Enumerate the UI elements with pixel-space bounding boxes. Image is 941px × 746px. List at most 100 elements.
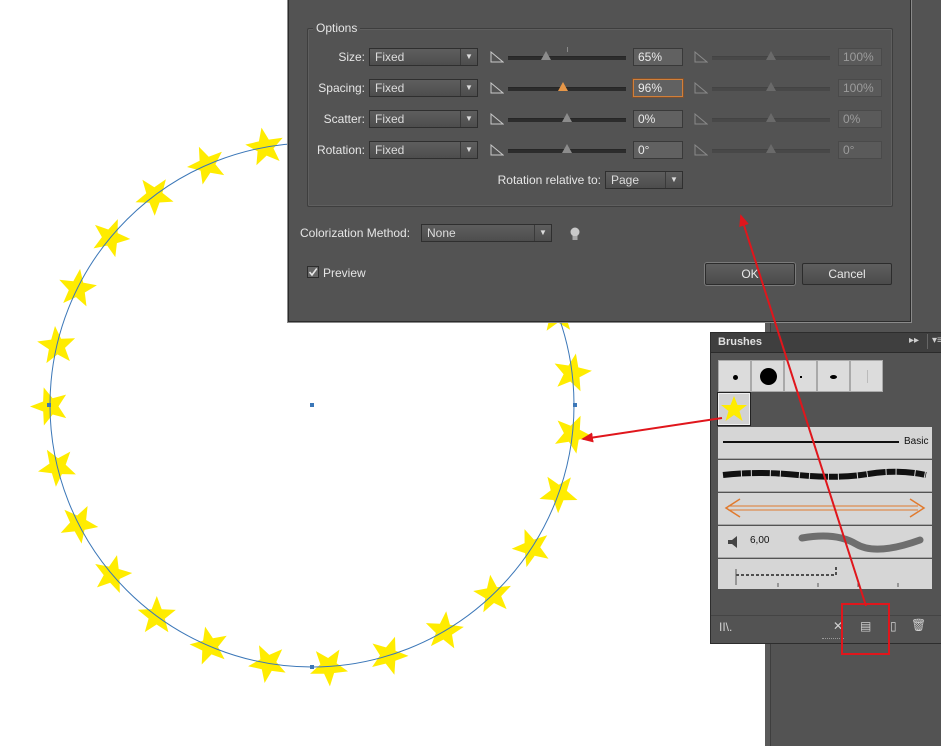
collapse-panel-icon[interactable]: ▸▸ (909, 335, 919, 346)
option-method-select[interactable]: Fixed ▼ (369, 141, 478, 159)
star-shape (137, 596, 176, 633)
brush-row-charcoal[interactable] (718, 460, 932, 492)
brushes-panel-header[interactable]: Brushes ▸▸ ▾≡ (711, 333, 941, 353)
anchor-point-bottom[interactable] (310, 665, 314, 669)
header-divider (927, 334, 928, 349)
chevron-down-icon: ▼ (534, 225, 551, 241)
basic-brush-label: Basic (904, 436, 929, 447)
panel-menu-icon[interactable]: ▾≡ (932, 335, 941, 346)
colorization-method-value: None (427, 226, 456, 240)
panel-resize-handle[interactable] (822, 638, 844, 642)
chevron-down-icon: ▼ (460, 80, 477, 96)
brush-row-basic[interactable]: Basic (718, 427, 932, 459)
option-slider-thumb[interactable] (540, 51, 551, 60)
max-wedge-icon (694, 82, 708, 94)
star-shape (37, 326, 76, 364)
brush-swatch-dot-small[interactable] (718, 360, 751, 392)
brush-libraries-menu-icon[interactable]: II\. (719, 620, 732, 634)
ok-button[interactable]: OK (705, 263, 795, 285)
rotation-relative-select[interactable]: Page ▼ (605, 171, 683, 189)
brush-swatch-tapered[interactable] (817, 360, 850, 392)
option-method-select[interactable]: Fixed ▼ (369, 79, 478, 97)
min-wedge-icon (490, 82, 504, 94)
colorization-method-label: Colorization Method: (300, 226, 411, 240)
option-value-field[interactable]: 0% (633, 110, 683, 128)
option-slider-thumb[interactable] (558, 82, 569, 91)
brush-swatch-star-selected[interactable] (718, 393, 750, 425)
new-brush-icon[interactable]: ▯ (890, 619, 897, 633)
cancel-button[interactable]: Cancel (802, 263, 892, 285)
chevron-down-icon: ▼ (460, 49, 477, 65)
star-shape (38, 449, 76, 487)
min-wedge-icon (490, 113, 504, 125)
option-max-value-field: 0° (838, 141, 882, 159)
option-value-field[interactable]: 96% (633, 79, 683, 97)
option-max-slider-thumb (766, 144, 776, 153)
option-value-field[interactable]: 65% (633, 48, 683, 66)
arrow-stroke-preview (724, 498, 926, 518)
option-method-value: Fixed (375, 112, 405, 126)
option-method-value: Fixed (375, 50, 405, 64)
option-method-value: Fixed (375, 143, 405, 157)
calligraphic-size-value: 6,00 (750, 535, 770, 546)
options-legend: Options (313, 21, 361, 35)
anchor-point-left[interactable] (47, 403, 51, 407)
option-max-value-field: 0% (838, 110, 882, 128)
preview-label: Preview (323, 266, 366, 280)
option-max-slider-thumb (766, 82, 776, 91)
option-label: Spacing: (318, 81, 365, 95)
star-shape (93, 219, 131, 258)
size-slider-default-tick (567, 47, 568, 52)
colorization-method-select[interactable]: None ▼ (421, 224, 552, 242)
star-shape (425, 611, 464, 649)
calligraphic-stroke-preview (798, 532, 924, 553)
max-wedge-icon (694, 51, 708, 63)
chevron-down-icon: ▼ (460, 142, 477, 158)
brush-row-calligraphic[interactable]: 6,00 (718, 526, 932, 558)
star-shape (372, 636, 409, 675)
option-slider-thumb[interactable] (562, 113, 572, 122)
chevron-down-icon: ▼ (665, 172, 682, 188)
option-slider-track[interactable] (508, 56, 626, 60)
anchor-point-right[interactable] (573, 403, 577, 407)
option-max-value-field: 100% (838, 48, 882, 66)
brushes-panel-title: Brushes (718, 336, 763, 348)
brush-row-arrow[interactable] (718, 493, 932, 525)
star-shape (511, 529, 549, 568)
charcoal-stroke-preview (722, 468, 927, 480)
chevron-down-icon: ▼ (460, 111, 477, 127)
min-wedge-icon (490, 144, 504, 156)
preview-checkbox[interactable] (307, 266, 319, 278)
checkmark-icon (308, 268, 318, 277)
star-shape (135, 179, 174, 216)
option-value-field[interactable]: 0° (633, 141, 683, 159)
option-method-select[interactable]: Fixed ▼ (369, 110, 478, 128)
option-method-select[interactable]: Fixed ▼ (369, 48, 478, 66)
trash-icon[interactable]: 🗑 (911, 618, 926, 632)
max-wedge-icon (694, 144, 708, 156)
brush-swatch-thin[interactable] (850, 360, 883, 392)
star-icon (721, 396, 747, 421)
brush-swatch-dot-large[interactable] (751, 360, 784, 392)
basic-stroke-preview (723, 441, 899, 443)
remove-brush-stroke-icon[interactable]: ✕ (833, 619, 843, 633)
option-label: Size: (338, 50, 365, 64)
star-shape (310, 649, 348, 687)
center-point[interactable] (310, 403, 314, 407)
options-of-selected-object-icon[interactable]: ▤ (860, 619, 871, 633)
brush-swatch-tiny[interactable] (784, 360, 817, 392)
option-slider-thumb[interactable] (562, 144, 572, 153)
rotation-relative-label: Rotation relative to: (497, 173, 601, 187)
option-label: Scatter: (323, 112, 365, 126)
star-shape (248, 645, 286, 683)
speaker-icon (728, 536, 737, 548)
option-method-value: Fixed (375, 81, 405, 95)
option-label: Rotation: (316, 143, 365, 157)
option-max-value-field: 100% (838, 79, 882, 97)
brush-row-dashed[interactable] (718, 559, 932, 589)
star-shape (245, 127, 283, 166)
tips-lightbulb-icon[interactable] (568, 226, 582, 242)
option-max-slider-thumb (766, 51, 776, 60)
option-max-slider-thumb (766, 113, 776, 122)
max-wedge-icon (694, 113, 708, 125)
